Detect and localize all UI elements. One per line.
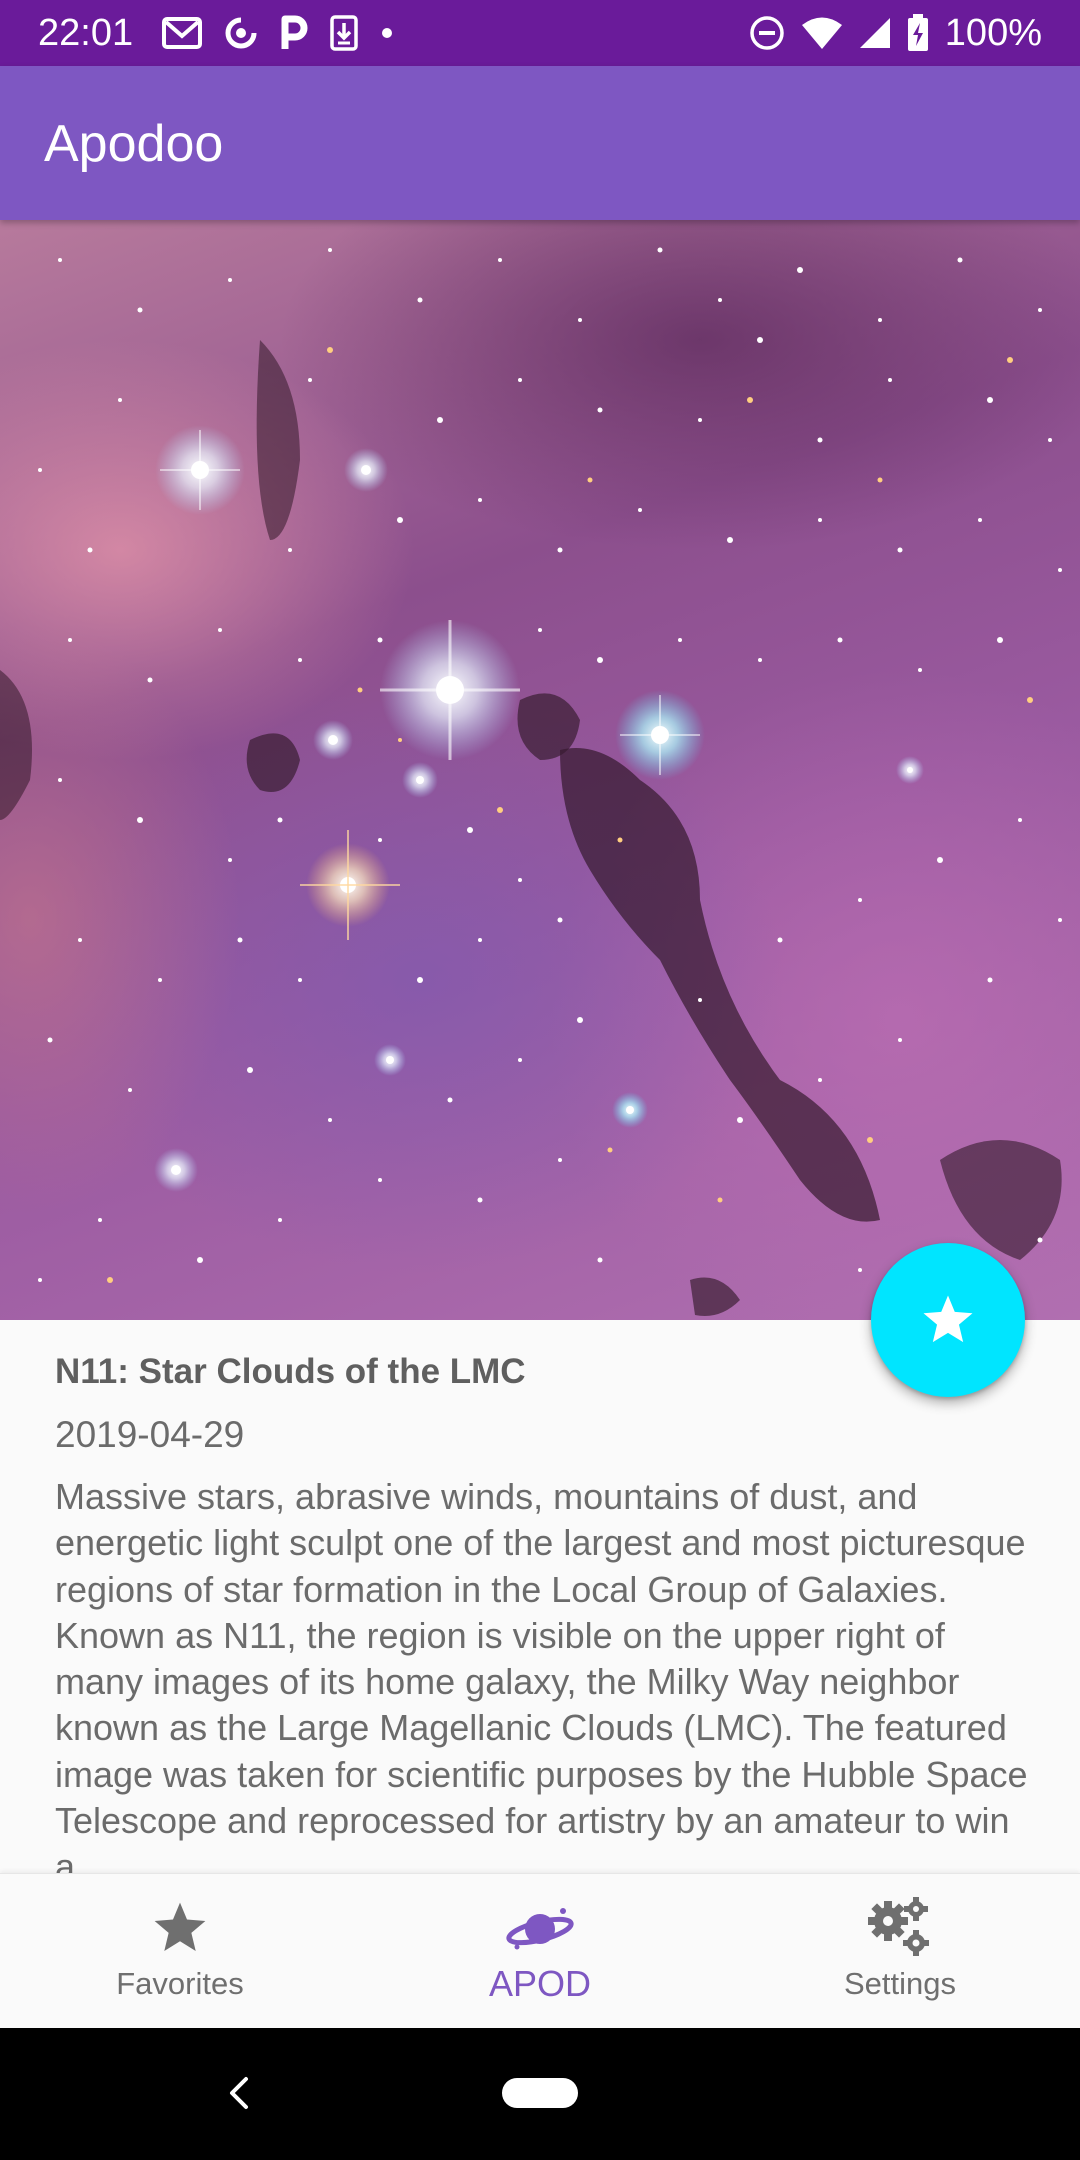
star-icon: [154, 1902, 206, 1951]
back-icon[interactable]: [218, 2071, 262, 2115]
gears-icon: [868, 1897, 929, 1956]
battery-icon: [907, 14, 928, 51]
notification-icons: [162, 10, 394, 56]
planet-icon: [506, 1908, 574, 1950]
nebula-artwork: [0, 247, 1062, 1316]
system-status-icons: 100%: [749, 10, 1042, 56]
gmail-icon: [162, 17, 202, 49]
nav-label-settings: Settings: [843, 1966, 956, 2001]
status-bar: 22:01 100%: [0, 0, 1080, 66]
status-time: 22:01: [38, 12, 134, 54]
app-bar: Apodoo: [0, 66, 1080, 220]
home-button[interactable]: [502, 2078, 578, 2108]
nav-item-apod[interactable]: APOD: [360, 1874, 720, 2028]
apod-details: N11: Star Clouds of the LMC 2019-04-29 M…: [0, 1320, 1080, 1873]
nav-label-favorites: Favorites: [116, 1966, 244, 2001]
wifi-icon: [801, 17, 842, 49]
bottom-navigation: Favorites APOD Settings: [0, 1873, 1080, 2028]
apod-date: 2019-04-29: [55, 1414, 245, 1455]
dnd-icon: [750, 16, 784, 50]
sync-icon: [225, 17, 257, 49]
parking-icon: [281, 15, 308, 49]
nav-label-apod: APOD: [488, 1963, 592, 2004]
system-navigation-bar: [0, 2027, 1080, 2160]
star-icon: [923, 1295, 973, 1343]
nav-item-favorites[interactable]: Favorites: [0, 1874, 360, 2028]
download-icon: [330, 15, 358, 51]
apod-image[interactable]: [0, 220, 1080, 1320]
signal-icon: [859, 18, 890, 48]
nav-item-settings[interactable]: Settings: [720, 1874, 1080, 2028]
app-title: Apodoo: [44, 115, 224, 173]
apod-explanation: Massive stars, abrasive winds, mountains…: [55, 1476, 1028, 1873]
dot-icon: [382, 28, 392, 38]
favorite-fab[interactable]: [871, 1243, 1025, 1397]
apod-title: N11: Star Clouds of the LMC: [55, 1352, 526, 1391]
screen: 22:01 100% Apodoo N11: Star Clouds of th…: [0, 0, 1080, 2160]
battery-level: 100%: [944, 12, 1042, 54]
